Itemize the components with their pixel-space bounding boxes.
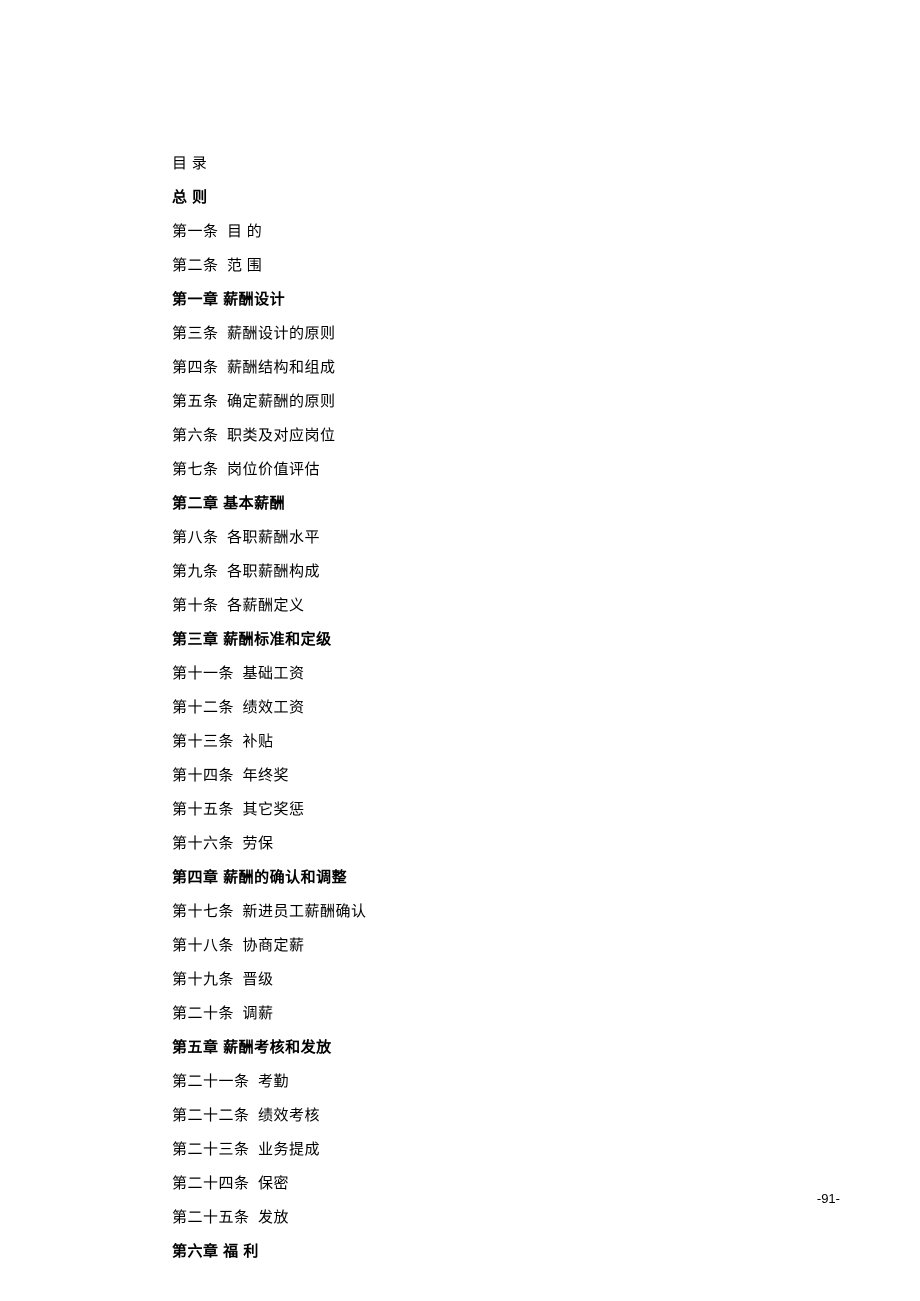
item-title: 业务提成 — [258, 1142, 320, 1158]
item-label: 第十七条 — [172, 904, 234, 920]
toc-item: 第二十三条 业务提成 — [172, 1136, 748, 1165]
item-label: 第二十一条 — [172, 1074, 250, 1090]
item-label: 第一条 — [172, 224, 219, 240]
item-title: 薪酬设计的原则 — [227, 326, 336, 342]
toc-item: 第十九条 晋级 — [172, 966, 748, 995]
item-title: 调薪 — [243, 1006, 274, 1022]
toc-item: 第二十一条 考勤 — [172, 1068, 748, 1097]
item-label: 第二十二条 — [172, 1108, 250, 1124]
item-label: 第十六条 — [172, 836, 234, 852]
section-general-header: 总 则 — [172, 184, 748, 213]
item-label: 第五条 — [172, 394, 219, 410]
item-label: 第二十五条 — [172, 1210, 250, 1226]
item-label: 第三条 — [172, 326, 219, 342]
item-label: 第二十三条 — [172, 1142, 250, 1158]
item-title: 协商定薪 — [243, 938, 305, 954]
chapter2-header: 第二章 基本薪酬 — [172, 490, 748, 519]
toc-item: 第十三条 补贴 — [172, 728, 748, 757]
item-title: 发放 — [258, 1210, 289, 1226]
item-title: 保密 — [258, 1176, 289, 1192]
item-label: 第十条 — [172, 598, 219, 614]
toc-item: 第十六条 劳保 — [172, 830, 748, 859]
item-title: 其它奖惩 — [243, 802, 305, 818]
item-label: 第二条 — [172, 258, 219, 274]
toc-header: 目 录 — [172, 150, 748, 179]
item-label: 第六条 — [172, 428, 219, 444]
toc-item: 第七条 岗位价值评估 — [172, 456, 748, 485]
item-label: 第十三条 — [172, 734, 234, 750]
item-title: 薪酬结构和组成 — [227, 360, 336, 376]
item-title: 绩效考核 — [258, 1108, 320, 1124]
toc-item: 第十二条 绩效工资 — [172, 694, 748, 723]
toc-item: 第十五条 其它奖惩 — [172, 796, 748, 825]
toc-item: 第十七条 新进员工薪酬确认 — [172, 898, 748, 927]
chapter4-header: 第四章 薪酬的确认和调整 — [172, 864, 748, 893]
item-title: 岗位价值评估 — [227, 462, 320, 478]
toc-item: 第二十四条 保密 — [172, 1170, 748, 1199]
toc-item: 第三条 薪酬设计的原则 — [172, 320, 748, 349]
item-title: 目 的 — [227, 224, 262, 240]
item-label: 第四条 — [172, 360, 219, 376]
item-title: 范 围 — [227, 258, 262, 274]
item-title: 年终奖 — [243, 768, 290, 784]
item-title: 各职薪酬构成 — [227, 564, 320, 580]
item-label: 第十五条 — [172, 802, 234, 818]
toc-item: 第二十五条 发放 — [172, 1204, 748, 1233]
toc-item: 第十八条 协商定薪 — [172, 932, 748, 961]
item-title: 确定薪酬的原则 — [227, 394, 336, 410]
toc-item: 第二十二条 绩效考核 — [172, 1102, 748, 1131]
document-content: 目 录 总 则 第一条 目 的 第二条 范 围 第一章 薪酬设计 第三条 薪酬设… — [0, 0, 920, 1267]
item-title: 考勤 — [258, 1074, 289, 1090]
item-label: 第十九条 — [172, 972, 234, 988]
toc-item: 第二十条 调薪 — [172, 1000, 748, 1029]
item-title: 劳保 — [243, 836, 274, 852]
toc-item: 第六条 职类及对应岗位 — [172, 422, 748, 451]
toc-item: 第十条 各薪酬定义 — [172, 592, 748, 621]
toc-item: 第二条 范 围 — [172, 252, 748, 281]
chapter6-header: 第六章 福 利 — [172, 1238, 748, 1267]
item-label: 第二十四条 — [172, 1176, 250, 1192]
item-label: 第九条 — [172, 564, 219, 580]
toc-item: 第十一条 基础工资 — [172, 660, 748, 689]
item-label: 第七条 — [172, 462, 219, 478]
toc-item: 第五条 确定薪酬的原则 — [172, 388, 748, 417]
toc-item: 第一条 目 的 — [172, 218, 748, 247]
toc-item: 第四条 薪酬结构和组成 — [172, 354, 748, 383]
item-title: 补贴 — [243, 734, 274, 750]
item-title: 职类及对应岗位 — [227, 428, 336, 444]
item-title: 各薪酬定义 — [227, 598, 305, 614]
item-label: 第八条 — [172, 530, 219, 546]
item-label: 第十一条 — [172, 666, 234, 682]
item-title: 新进员工薪酬确认 — [243, 904, 367, 920]
chapter3-header: 第三章 薪酬标准和定级 — [172, 626, 748, 655]
chapter1-header: 第一章 薪酬设计 — [172, 286, 748, 315]
item-title: 各职薪酬水平 — [227, 530, 320, 546]
item-title: 晋级 — [243, 972, 274, 988]
toc-item: 第十四条 年终奖 — [172, 762, 748, 791]
item-label: 第十四条 — [172, 768, 234, 784]
chapter5-header: 第五章 薪酬考核和发放 — [172, 1034, 748, 1063]
item-label: 第十八条 — [172, 938, 234, 954]
item-title: 基础工资 — [243, 666, 305, 682]
toc-item: 第九条 各职薪酬构成 — [172, 558, 748, 587]
item-label: 第十二条 — [172, 700, 234, 716]
item-title: 绩效工资 — [243, 700, 305, 716]
toc-item: 第八条 各职薪酬水平 — [172, 524, 748, 553]
page-number: -91- — [817, 1191, 840, 1206]
item-label: 第二十条 — [172, 1006, 234, 1022]
